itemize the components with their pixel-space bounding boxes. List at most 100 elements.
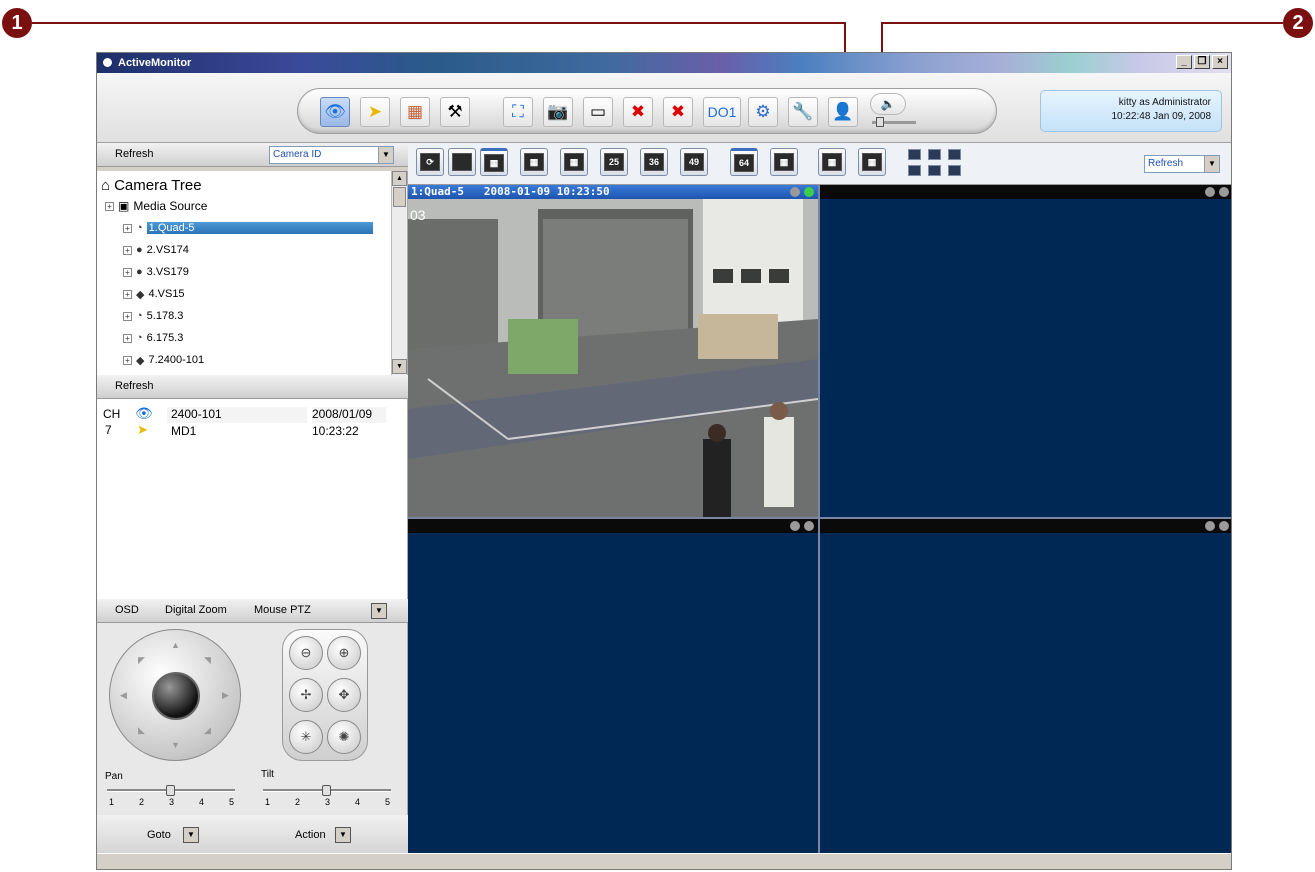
- pane-status-icon[interactable]: [1219, 521, 1229, 531]
- ptz-joypad[interactable]: ▲ ▼ ◀ ▶ ◤ ◥ ◣ ◢: [109, 629, 241, 761]
- layout-49-button[interactable]: 49: [680, 148, 708, 176]
- pane-minimize-icon[interactable]: [790, 187, 800, 197]
- scroll-thumb[interactable]: [393, 187, 406, 207]
- live-view-icon[interactable]: 👁: [320, 97, 350, 127]
- mini-layout-icon[interactable]: [948, 165, 961, 176]
- full-screen-icon[interactable]: ⛶: [503, 97, 533, 127]
- sequence-layout-icon[interactable]: ⟳: [416, 148, 444, 176]
- tree-item[interactable]: + ● 3.VS179: [123, 262, 189, 282]
- tree-scrollbar[interactable]: ▲ ▼: [391, 171, 407, 375]
- arrow-left-icon[interactable]: ◀: [120, 690, 127, 701]
- event-device[interactable]: 2400-101: [167, 407, 307, 423]
- audio-icon[interactable]: 🔈: [870, 93, 906, 115]
- pan-slider-thumb[interactable]: [166, 785, 175, 796]
- expand-icon[interactable]: +: [123, 289, 132, 299]
- chevron-down-icon[interactable]: ▼: [1204, 156, 1219, 172]
- focus-far-icon[interactable]: ✥: [327, 678, 361, 712]
- record-icon[interactable]: ▭: [583, 97, 613, 127]
- tree-refresh-button[interactable]: Refresh: [115, 148, 154, 160]
- layout-1-icon[interactable]: [448, 148, 476, 176]
- arrow-down-left-icon[interactable]: ◣: [138, 725, 145, 736]
- expand-icon[interactable]: +: [123, 355, 132, 365]
- expand-icon[interactable]: +: [123, 245, 132, 255]
- layout-6-icon[interactable]: ▦: [770, 148, 798, 176]
- tree-item[interactable]: + ◆ 4.VS15: [123, 284, 185, 304]
- layout-8-icon[interactable]: ▦: [818, 148, 846, 176]
- tab-osd[interactable]: OSD: [115, 604, 139, 616]
- expand-icon[interactable]: +: [123, 223, 132, 233]
- maximize-button[interactable]: ❐: [1194, 55, 1210, 69]
- minimize-button[interactable]: _: [1176, 55, 1192, 69]
- ptz-mode-dropdown[interactable]: ▼: [371, 603, 387, 619]
- tree-item[interactable]: + ● 2.VS174: [123, 240, 189, 260]
- mini-layout-icon[interactable]: [908, 165, 921, 176]
- stop-all-cameras-icon[interactable]: ✖: [663, 97, 693, 127]
- layout-13-icon[interactable]: ▦: [858, 148, 886, 176]
- layout-25-button[interactable]: 25: [600, 148, 628, 176]
- stop-camera-icon[interactable]: ✖: [623, 97, 653, 127]
- video-pane-4[interactable]: [820, 519, 1231, 853]
- layout-9-icon[interactable]: ▦: [520, 148, 548, 176]
- tab-mouse-ptz[interactable]: Mouse PTZ: [254, 604, 311, 616]
- digital-output-button[interactable]: DO1: [703, 97, 741, 127]
- video-pane-2[interactable]: [820, 185, 1231, 517]
- zoom-in-icon[interactable]: ⊕: [327, 636, 361, 670]
- scroll-down-icon[interactable]: ▼: [392, 359, 407, 374]
- pane-status-icon[interactable]: [804, 187, 814, 197]
- zoom-out-icon[interactable]: ⊖: [289, 636, 323, 670]
- chevron-down-icon[interactable]: ▼: [378, 147, 393, 163]
- volume-thumb[interactable]: [876, 117, 884, 127]
- action-dropdown[interactable]: ▼: [335, 827, 351, 843]
- layout-16-icon[interactable]: ▦: [560, 148, 588, 176]
- arrow-up-left-icon[interactable]: ◤: [138, 655, 145, 666]
- user-icon-1[interactable]: 🔧: [788, 97, 818, 127]
- scroll-up-icon[interactable]: ▲: [392, 171, 407, 186]
- tree-item[interactable]: + ◔ 6.175.3: [123, 328, 183, 348]
- video-pane-1[interactable]: 1:Quad-5 2008-01-09 10:23:50 03: [408, 185, 818, 517]
- arrow-up-right-icon[interactable]: ◥: [204, 655, 211, 666]
- mini-layout-icon[interactable]: [908, 149, 921, 160]
- user-icon-2[interactable]: 👤: [828, 97, 858, 127]
- tree-item[interactable]: + ◔ 5.178.3: [123, 306, 183, 326]
- tilt-slider-thumb[interactable]: [322, 785, 331, 796]
- pane-minimize-icon[interactable]: [1205, 521, 1215, 531]
- map-icon[interactable]: ▦: [400, 97, 430, 127]
- expand-icon[interactable]: +: [105, 201, 114, 211]
- layout-64-button[interactable]: 64: [730, 148, 758, 176]
- arrow-up-icon[interactable]: ▲: [171, 640, 180, 650]
- close-button[interactable]: ×: [1212, 55, 1228, 69]
- media-source-node[interactable]: + ▣ Media Source: [105, 196, 207, 216]
- event-type[interactable]: MD1: [167, 424, 307, 440]
- sort-combo[interactable]: Camera ID ▼: [269, 146, 394, 164]
- configuration-icon[interactable]: ⚙: [748, 97, 778, 127]
- joystick-knob[interactable]: [152, 672, 200, 720]
- pane-status-icon[interactable]: [1219, 187, 1229, 197]
- arrow-right-icon[interactable]: ▶: [222, 690, 229, 701]
- iris-open-icon[interactable]: ✺: [327, 720, 361, 754]
- expand-icon[interactable]: +: [123, 311, 132, 321]
- event-log-icon[interactable]: ➤: [360, 97, 390, 127]
- goto-dropdown[interactable]: ▼: [183, 827, 199, 843]
- refresh-combo[interactable]: Refresh ▼: [1144, 155, 1220, 173]
- arrow-down-right-icon[interactable]: ◢: [204, 725, 211, 736]
- focus-near-icon[interactable]: ✢: [289, 678, 323, 712]
- layout-36-button[interactable]: 36: [640, 148, 668, 176]
- tools-icon[interactable]: ⚒: [440, 97, 470, 127]
- tree-item[interactable]: + ◆ 7.2400-101: [123, 350, 204, 370]
- event-refresh-button[interactable]: Refresh: [115, 380, 154, 392]
- layout-4-icon[interactable]: ▦: [480, 148, 508, 176]
- pane-status-icon[interactable]: [804, 521, 814, 531]
- snapshot-icon[interactable]: 📷: [543, 97, 573, 127]
- mini-layout-icon[interactable]: [928, 149, 941, 160]
- expand-icon[interactable]: +: [123, 267, 132, 277]
- tree-item[interactable]: + ◔ 1.Quad-5: [123, 218, 373, 238]
- mini-layout-icon[interactable]: [928, 165, 941, 176]
- camera-tree-root[interactable]: ⌂ Camera Tree: [101, 175, 202, 195]
- expand-icon[interactable]: +: [123, 333, 132, 343]
- mini-layout-icon[interactable]: [948, 149, 961, 160]
- pane-minimize-icon[interactable]: [1205, 187, 1215, 197]
- pane-minimize-icon[interactable]: [790, 521, 800, 531]
- arrow-down-icon[interactable]: ▼: [171, 740, 180, 750]
- tab-digital-zoom[interactable]: Digital Zoom: [165, 604, 227, 616]
- video-pane-3[interactable]: [408, 519, 818, 853]
